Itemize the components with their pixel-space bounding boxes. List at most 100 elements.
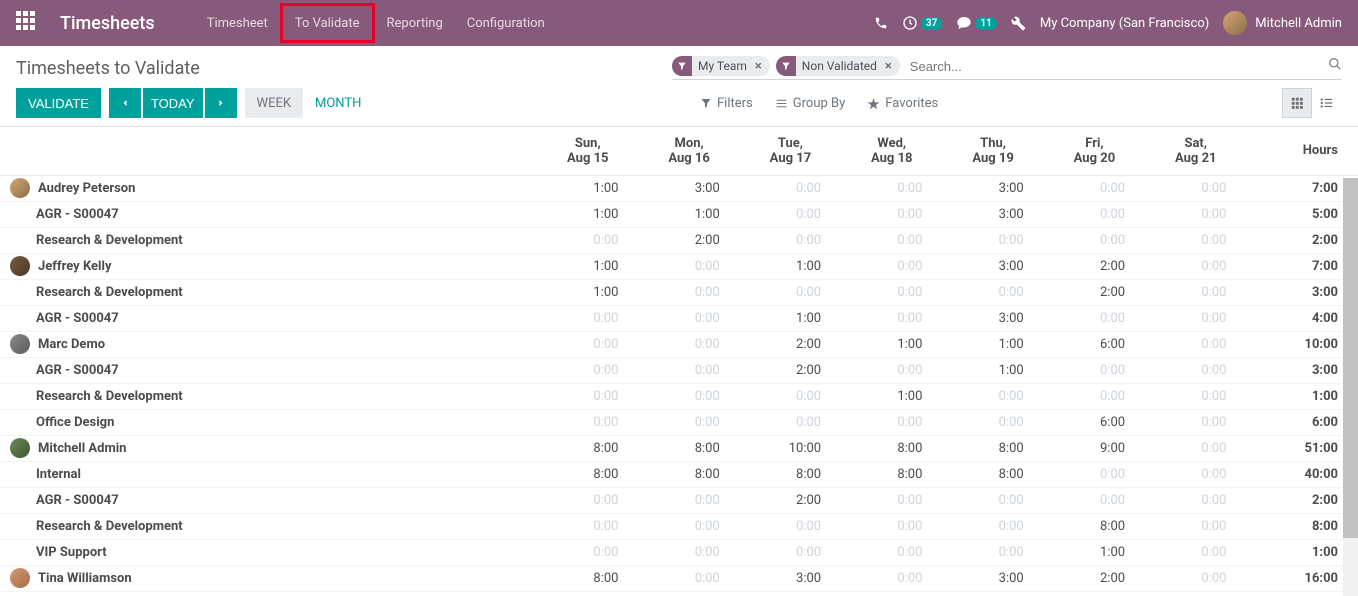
row-name-cell[interactable]: Jeffrey Kelly [0,254,537,280]
time-cell[interactable]: 6:00 [1044,410,1145,436]
time-cell[interactable]: 0:00 [740,202,841,228]
time-cell[interactable]: 0:00 [740,175,841,202]
time-cell[interactable]: 10:00 [740,436,841,462]
time-cell[interactable]: 0:00 [1145,540,1246,566]
nav-item-reporting[interactable]: Reporting [375,0,455,46]
scrollbar-thumb[interactable] [1343,178,1358,538]
nav-item-to-validate[interactable]: To Validate [280,3,375,43]
time-cell[interactable]: 0:00 [1145,202,1246,228]
task-row[interactable]: Research & Development1:000:000:000:000:… [0,280,1358,306]
favorites-dropdown[interactable]: Favorites [867,96,938,111]
time-cell[interactable]: 0:00 [638,410,739,436]
time-cell[interactable]: 0:00 [1044,358,1145,384]
time-cell[interactable]: 0:00 [740,540,841,566]
time-cell[interactable]: 0:00 [1145,254,1246,280]
time-cell[interactable]: 9:00 [1044,436,1145,462]
time-cell[interactable]: 3:00 [638,175,739,202]
employee-row[interactable]: Mitchell Admin8:008:0010:008:008:009:000… [0,436,1358,462]
tools-icon[interactable] [1011,16,1026,31]
time-cell[interactable]: 0:00 [841,514,942,540]
row-name-cell[interactable]: Research & Development [0,280,537,306]
time-cell[interactable]: 0:00 [537,384,638,410]
time-cell[interactable]: 0:00 [1145,410,1246,436]
employee-row[interactable]: Audrey Peterson1:003:000:000:003:000:000… [0,175,1358,202]
time-cell[interactable]: 0:00 [638,540,739,566]
filters-dropdown[interactable]: Filters [700,96,753,111]
time-cell[interactable]: 0:00 [638,254,739,280]
nav-item-configuration[interactable]: Configuration [455,0,557,46]
time-cell[interactable]: 8:00 [841,462,942,488]
time-cell[interactable]: 1:00 [740,306,841,332]
time-cell[interactable]: 0:00 [841,410,942,436]
time-cell[interactable]: 0:00 [638,280,739,306]
row-name-cell[interactable]: Research & Development [0,514,537,540]
time-cell[interactable]: 0:00 [1145,384,1246,410]
time-cell[interactable]: 8:00 [537,436,638,462]
user-menu[interactable]: Mitchell Admin [1223,11,1342,35]
time-cell[interactable]: 0:00 [740,514,841,540]
facet-my-team[interactable]: My Team × [672,56,770,76]
time-cell[interactable]: 0:00 [942,514,1043,540]
time-cell[interactable]: 0:00 [537,228,638,254]
task-row[interactable]: Research & Development0:000:000:000:000:… [0,514,1358,540]
time-cell[interactable]: 0:00 [942,280,1043,306]
facet-non-validated[interactable]: Non Validated × [776,56,900,76]
app-brand[interactable]: Timesheets [60,13,155,34]
row-name-cell[interactable]: AGR - S00047 [0,358,537,384]
time-cell[interactable]: 0:00 [537,358,638,384]
nav-item-timesheet[interactable]: Timesheet [195,0,280,46]
time-cell[interactable]: 3:00 [942,566,1043,592]
row-name-cell[interactable]: AGR - S00047 [0,306,537,332]
time-cell[interactable]: 0:00 [638,384,739,410]
time-cell[interactable]: 0:00 [537,514,638,540]
time-cell[interactable]: 1:00 [841,384,942,410]
time-cell[interactable]: 0:00 [638,332,739,358]
today-button[interactable]: TODAY [143,88,203,118]
task-row[interactable]: Research & Development0:000:000:001:000:… [0,384,1358,410]
row-name-cell[interactable]: Office Design [0,410,537,436]
time-cell[interactable]: 0:00 [638,358,739,384]
chat-icon[interactable]: 11 [956,15,996,31]
row-name-cell[interactable]: VIP Support [0,540,537,566]
time-cell[interactable]: 0:00 [841,202,942,228]
row-name-cell[interactable]: Mitchell Admin [0,436,537,462]
search-icon[interactable] [1328,57,1342,75]
time-cell[interactable]: 8:00 [942,462,1043,488]
time-cell[interactable]: 0:00 [1145,280,1246,306]
view-list-button[interactable] [1312,88,1342,118]
next-button[interactable] [205,88,237,118]
time-cell[interactable]: 0:00 [638,306,739,332]
time-cell[interactable]: 8:00 [841,436,942,462]
task-row[interactable]: AGR - S000470:000:001:000:003:000:000:00… [0,306,1358,332]
time-cell[interactable]: 0:00 [1145,488,1246,514]
time-cell[interactable]: 0:00 [841,280,942,306]
time-cell[interactable]: 1:00 [740,254,841,280]
time-cell[interactable]: 0:00 [740,384,841,410]
time-cell[interactable]: 0:00 [740,280,841,306]
time-cell[interactable]: 1:00 [1044,540,1145,566]
facet-remove[interactable]: × [881,59,896,74]
time-cell[interactable]: 0:00 [942,488,1043,514]
time-cell[interactable]: 1:00 [942,358,1043,384]
time-cell[interactable]: 0:00 [1145,358,1246,384]
time-cell[interactable]: 0:00 [841,488,942,514]
time-cell[interactable]: 8:00 [638,436,739,462]
time-cell[interactable]: 2:00 [740,358,841,384]
apps-icon[interactable] [16,11,40,35]
row-name-cell[interactable]: AGR - S00047 [0,488,537,514]
time-cell[interactable]: 0:00 [740,228,841,254]
range-week[interactable]: WEEK [245,88,303,118]
time-cell[interactable]: 0:00 [1145,306,1246,332]
time-cell[interactable]: 0:00 [1044,462,1145,488]
time-cell[interactable]: 8:00 [1044,514,1145,540]
employee-row[interactable]: Tina Williamson8:000:003:000:003:002:000… [0,566,1358,592]
time-cell[interactable]: 0:00 [1145,228,1246,254]
time-cell[interactable]: 1:00 [638,202,739,228]
time-cell[interactable]: 1:00 [537,202,638,228]
employee-row[interactable]: Marc Demo0:000:002:001:001:006:000:0010:… [0,332,1358,358]
time-cell[interactable]: 0:00 [942,410,1043,436]
row-name-cell[interactable]: Marc Demo [0,332,537,358]
time-cell[interactable]: 0:00 [638,566,739,592]
row-name-cell[interactable]: Audrey Peterson [0,176,537,202]
time-cell[interactable]: 1:00 [942,332,1043,358]
